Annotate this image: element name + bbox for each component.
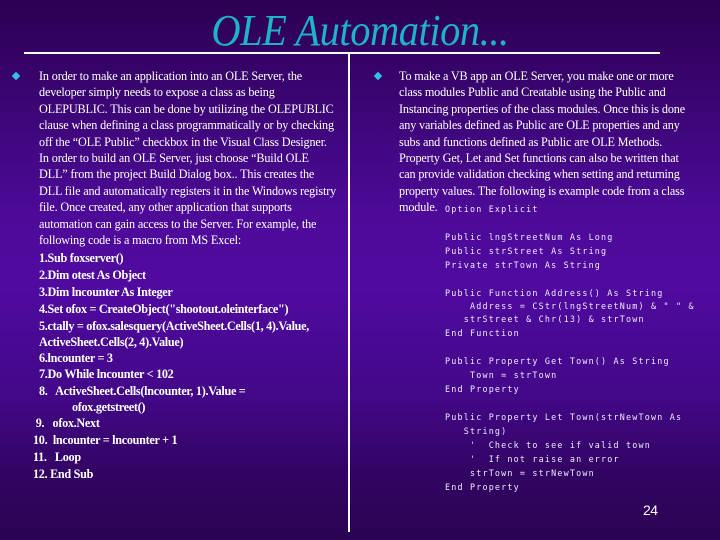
code-line: Private strTown As String (445, 260, 602, 270)
code-line: 1.Sub foxserver() (39, 251, 124, 266)
code-line: 12. End Sub (33, 466, 94, 481)
code-line: End Property (445, 482, 520, 492)
code-line: ' Check to see if valid town (445, 440, 651, 450)
code-line: 4.Set ofox = CreateObject("shootout.olei… (39, 301, 289, 316)
right-column: To make a VB app an OLE Server, you make… (399, 68, 691, 216)
code-line: Address = CStr(lngStreetNum) & " " & (445, 301, 695, 311)
code-line: Option Explicit (445, 204, 539, 214)
code-line: 7.Do While lncounter < 102 (39, 367, 174, 382)
code-line: 10. lncounter = lncounter + 1 (33, 433, 178, 448)
code-line: Public Property Let Town(strNewTown As (445, 412, 683, 422)
code-line: End Function (445, 328, 520, 338)
code-line: Town = strTown (445, 370, 558, 380)
title-underline-divider (24, 52, 660, 54)
left-column: In order to make an application into an … (33, 68, 339, 482)
column-divider (348, 54, 350, 532)
code-line: strTown = strNewTown (445, 468, 595, 478)
code-line: ActiveSheet.Cells(2, 4).Value) (39, 334, 184, 349)
left-paragraph: In order to make an application into an … (39, 69, 337, 248)
code-line: Public Function Address() As String (445, 288, 664, 298)
right-paragraph: To make a VB app an OLE Server, you make… (399, 69, 685, 215)
page-number: 24 (643, 502, 658, 518)
code-line: 5.ctally = ofox.salesquery(ActiveSheet.C… (39, 318, 310, 333)
code-line: 8. ActiveSheet.Cells(lncounter, 1).Value… (39, 384, 246, 399)
code-line: Public strStreet As String (445, 246, 608, 256)
diamond-bullet-icon (373, 71, 383, 81)
code-line: Public Property Get Town() As String (445, 356, 670, 366)
diamond-bullet-icon (11, 71, 21, 81)
excel-macro-code: 1.Sub foxserver() 2.Dim otest As Object … (33, 250, 339, 482)
code-line: 2.Dim otest As Object (39, 268, 146, 283)
code-line: End Property (445, 384, 520, 394)
code-line: Public lngStreetNum As Long (445, 232, 614, 242)
code-line: 3.Dim lncounter As Integer (39, 285, 173, 300)
code-line: 9. ofox.Next (33, 416, 100, 431)
code-line: 11. Loop (33, 449, 81, 464)
code-line: String) (445, 426, 508, 436)
code-line: ' If not raise an error (445, 454, 620, 464)
code-line: 6.lncounter = 3 (39, 350, 113, 365)
vb-class-module-code: Option Explicit Public lngStreetNum As L… (445, 202, 715, 494)
code-line: strStreet & Chr(13) & strTown (445, 314, 645, 324)
slide-title: OLE Automation... (211, 6, 509, 55)
code-line: ofox.getstreet() (39, 400, 146, 415)
